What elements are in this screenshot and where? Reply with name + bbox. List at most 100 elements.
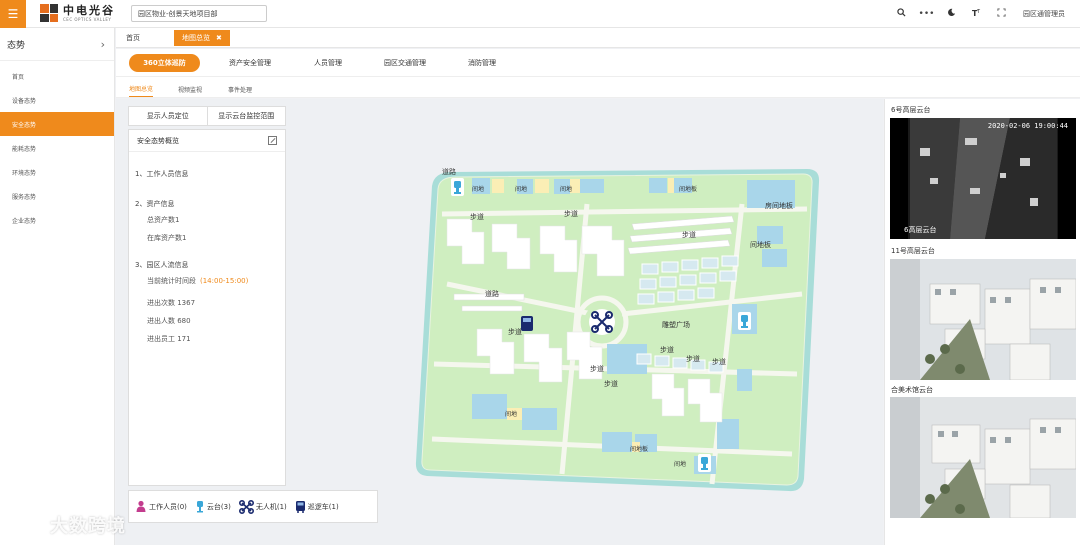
watermark-text: 大数跨境 bbox=[50, 516, 126, 537]
sidebar-item-home[interactable]: 首页 bbox=[0, 64, 114, 88]
map-label-walk-9: 步道 bbox=[604, 379, 618, 388]
map-label-plaza: 雕塑广场 bbox=[662, 320, 690, 329]
map-label-walk-2: 步道 bbox=[564, 209, 578, 218]
show-people-button[interactable]: 显示人员定位 bbox=[129, 107, 208, 125]
nav-traffic[interactable]: 园区交通管理 bbox=[370, 54, 440, 72]
main-content: 显示人员定位 显示云台监控范围 安全态势概览 1、工作人员信息 2、资产信息 总… bbox=[116, 99, 883, 545]
tab-bar: 首页 地图总览 ✖ bbox=[116, 28, 1080, 48]
expand-icon[interactable] bbox=[268, 136, 277, 145]
module-nav: 360立体巡防 资产安全管理 人员管理 园区交通管理 消防管理 bbox=[116, 49, 1080, 77]
drone-icon bbox=[238, 499, 254, 514]
camera-icon bbox=[196, 501, 203, 513]
sidebar-header[interactable]: 态势 › bbox=[0, 28, 114, 61]
logo-subtext: CEC OPTICS VALLEY bbox=[63, 16, 112, 22]
camera-3-title: 合美术馆云台 bbox=[891, 386, 933, 394]
camera-1-title: 6号高层云台 bbox=[891, 106, 931, 114]
logo-mark bbox=[40, 4, 58, 22]
map-label-road: 道路 bbox=[442, 167, 456, 176]
watermark: 大数跨境 bbox=[8, 512, 126, 538]
map-camera-marker-2[interactable] bbox=[738, 312, 751, 330]
nav-asset-security[interactable]: 资产安全管理 bbox=[216, 54, 284, 72]
sidebar-title: 态势 bbox=[7, 40, 26, 51]
in-out-people: 进出人数 680 bbox=[147, 317, 191, 325]
map-label-walk-7: 步道 bbox=[712, 357, 726, 366]
sidebar-item-security[interactable]: 安全态势 bbox=[0, 112, 114, 136]
map-label-room-2: 间地 bbox=[515, 185, 527, 193]
top-bar: ☰ 中电光谷 CEC OPTICS VALLEY 园区物业-创景天地项目部 ••… bbox=[0, 0, 1080, 28]
sidebar-item-service[interactable]: 服务态势 bbox=[0, 184, 114, 208]
sidebar: 态势 › 首页 设备态势 安全态势 能耗态势 环境态势 服务态势 企业态势 bbox=[0, 28, 115, 545]
theme-icon[interactable] bbox=[939, 8, 964, 20]
sidebar-item-environment[interactable]: 环境态势 bbox=[0, 160, 114, 184]
map-label-room-5: 房间地板 bbox=[765, 201, 793, 210]
staff-icon bbox=[136, 500, 146, 512]
period-value: (14:00-15:00) bbox=[200, 277, 249, 285]
logo: 中电光谷 CEC OPTICS VALLEY bbox=[40, 4, 115, 22]
camera-1-label: 6高层云台 bbox=[904, 226, 937, 234]
map-camera-marker-1[interactable] bbox=[451, 178, 464, 196]
legend-drone-label: 无人机(1) bbox=[255, 502, 287, 511]
tab-home[interactable]: 首页 bbox=[116, 30, 172, 46]
subnav-events[interactable]: 事件处理 bbox=[228, 81, 252, 97]
legend-patrol[interactable]: 巡逻车(1) bbox=[295, 500, 339, 513]
more-icon[interactable]: ••• bbox=[914, 9, 939, 19]
map-label-room-1: 间地 bbox=[472, 185, 484, 193]
menu-icon[interactable]: ☰ bbox=[0, 0, 26, 28]
sidebar-item-energy[interactable]: 能耗态势 bbox=[0, 136, 114, 160]
legend-staff-label: 工作人员(0) bbox=[149, 502, 187, 511]
map-label-walk-1: 步道 bbox=[470, 212, 484, 221]
sub-nav: 地图总览 视频监视 事件处理 bbox=[116, 77, 1080, 98]
in-out-staff: 进出员工 171 bbox=[147, 335, 191, 343]
nav-personnel[interactable]: 人员管理 bbox=[302, 54, 354, 72]
toolbar: ••• TT 园区通管理员 bbox=[889, 0, 1080, 28]
in-out-count: 进出次数 1367 bbox=[147, 299, 196, 307]
close-icon[interactable]: ✖ bbox=[216, 34, 222, 42]
map-label-road-2: 道路 bbox=[485, 289, 499, 298]
font-size-icon[interactable]: TT bbox=[964, 8, 989, 20]
sidebar-item-enterprise[interactable]: 企业态势 bbox=[0, 208, 114, 232]
camera-2-feed[interactable] bbox=[890, 259, 1076, 380]
camera-2-title: 11号高层云台 bbox=[891, 247, 935, 255]
map-label-room-6: 间地板 bbox=[750, 240, 771, 249]
panel-title: 安全态势概览 bbox=[137, 136, 179, 145]
search-icon[interactable] bbox=[889, 8, 914, 20]
map-label-room-7: 间地 bbox=[505, 410, 517, 418]
map-label-walk-3: 步道 bbox=[682, 230, 696, 239]
logo-text: 中电光谷 bbox=[63, 3, 115, 17]
period-row: 当前统计时间段 (14:00-15:00) bbox=[135, 272, 279, 290]
period-label: 当前统计时间段 bbox=[147, 277, 196, 285]
show-ptz-button[interactable]: 显示云台监控范围 bbox=[208, 107, 286, 125]
legend-ptz-label: 云台(3) bbox=[206, 502, 231, 511]
section-staff: 1、工作人员信息 bbox=[135, 170, 189, 178]
map-camera-marker-3[interactable] bbox=[698, 454, 711, 472]
tab-label: 地图总览 bbox=[182, 33, 210, 42]
legend-drone[interactable]: 无人机(1) bbox=[238, 499, 287, 514]
map-label-walk-5: 步道 bbox=[660, 345, 674, 354]
legend-ptz[interactable]: 云台(3) bbox=[195, 500, 231, 513]
project-select[interactable]: 园区物业-创景天地项目部 bbox=[131, 5, 267, 22]
fullscreen-icon[interactable] bbox=[989, 8, 1014, 20]
camera-panel: 6号高层云台 2020-02-06 19:00:44 6高层云台 11号高层云台… bbox=[884, 99, 1080, 545]
map-toggle-buttons: 显示人员定位 显示云台监控范围 bbox=[128, 106, 286, 126]
chevron-right-icon[interactable]: › bbox=[101, 38, 105, 51]
total-assets: 总资产数1 bbox=[147, 216, 180, 224]
nav-fire[interactable]: 消防管理 bbox=[456, 54, 508, 72]
map-label-walk-8: 步道 bbox=[590, 364, 604, 373]
campus-map[interactable]: 道路 间地 间地 间地 间地板 步道 步道 步道 房间地板 间地板 道路 步道 … bbox=[412, 164, 822, 494]
legend-patrol-label: 巡逻车(1) bbox=[307, 502, 339, 511]
legend-staff[interactable]: 工作人员(0) bbox=[135, 500, 187, 513]
nav-360-patrol[interactable]: 360立体巡防 bbox=[129, 54, 200, 72]
watermark-logo-icon bbox=[9, 517, 45, 533]
tab-map-overview[interactable]: 地图总览 ✖ bbox=[174, 29, 230, 46]
camera-3-feed[interactable] bbox=[890, 397, 1076, 518]
sidebar-item-device[interactable]: 设备态势 bbox=[0, 88, 114, 112]
svg-text:T: T bbox=[976, 9, 981, 15]
patrol-car-icon bbox=[295, 501, 305, 513]
subnav-video[interactable]: 视频监视 bbox=[178, 81, 202, 97]
camera-1-timestamp: 2020-02-06 19:00:44 bbox=[987, 122, 1068, 130]
subnav-map-overview[interactable]: 地图总览 bbox=[129, 81, 154, 97]
camera-1-feed[interactable]: 2020-02-06 19:00:44 6高层云台 bbox=[890, 118, 1076, 239]
user-name[interactable]: 园区通管理员 bbox=[1014, 9, 1074, 19]
section-traffic: 3、园区人流信息 bbox=[135, 261, 189, 269]
map-patrol-car-marker[interactable] bbox=[521, 316, 533, 331]
